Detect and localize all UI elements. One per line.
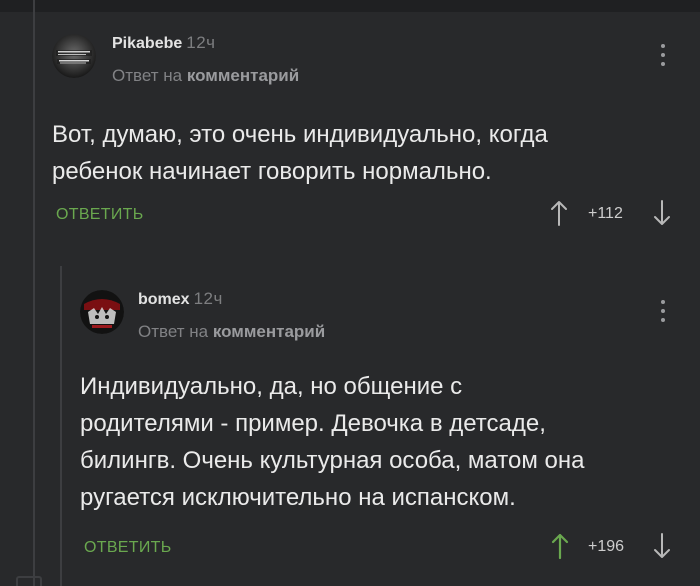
comment-header: bomex 12ч Ответ на комментарий: [80, 282, 692, 352]
comment-text: Индивидуально, да, но общение с родителя…: [80, 368, 692, 516]
avatar[interactable]: [80, 290, 124, 334]
comment-header: Pikabebe 12ч Ответ на комментарий: [52, 26, 692, 96]
comment-text-line: Вот, думаю, это очень индивидуально, ког…: [52, 121, 548, 148]
rating-count: +196: [588, 538, 625, 555]
rating-count: +112: [588, 205, 623, 222]
comment-author[interactable]: bomex 12ч: [138, 289, 223, 309]
comment-actions: ОТВЕТИТЬ +196: [80, 532, 692, 572]
thread-line-level-1[interactable]: [33, 0, 35, 586]
arrow-down-icon[interactable]: [653, 199, 671, 227]
thread-collapse-marker[interactable]: [16, 576, 42, 586]
reply-button[interactable]: ОТВЕТИТЬ: [84, 539, 172, 557]
comment-time: 12ч: [193, 289, 223, 308]
comment-text: Вот, думаю, это очень индивидуально, ког…: [52, 116, 692, 190]
arrow-down-icon[interactable]: [653, 532, 671, 560]
avatar[interactable]: [52, 34, 96, 78]
comment-time: 12ч: [186, 33, 216, 52]
arrow-up-icon[interactable]: [551, 532, 569, 560]
comment-text-line: ребенок начинает говорить нормально.: [52, 158, 492, 185]
reply-prefix: Ответ на: [138, 322, 209, 341]
comment-text-line: Индивидуально, да, но общение с: [80, 373, 463, 400]
comment: Pikabebe 12ч Ответ на комментарий Вот, ду…: [52, 26, 692, 239]
comment-text-line: ругается исключительно на испанском.: [80, 484, 516, 511]
reply-target[interactable]: комментарий: [213, 322, 325, 341]
more-vertical-icon[interactable]: [660, 300, 666, 326]
reply-button[interactable]: ОТВЕТИТЬ: [56, 206, 144, 224]
comment-actions: ОТВЕТИТЬ +112: [52, 199, 692, 239]
comment-text-line: родителями - пример. Девочка в детсаде,: [80, 410, 546, 437]
reply-prefix: Ответ на: [112, 66, 183, 85]
comment-text-line: билингв. Очень культурная особа, матом о…: [80, 447, 585, 474]
thread-line-level-2[interactable]: [60, 266, 62, 586]
reply-target[interactable]: комментарий: [187, 66, 299, 85]
comment-author[interactable]: Pikabebe 12ч: [112, 33, 216, 53]
reply-to-link[interactable]: Ответ на комментарий: [138, 322, 325, 342]
top-bar-edge: [0, 0, 700, 12]
reply-to-link[interactable]: Ответ на комментарий: [112, 66, 299, 86]
more-vertical-icon[interactable]: [660, 44, 666, 70]
comment: bomex 12ч Ответ на комментарий Индивидуал…: [80, 282, 692, 572]
arrow-up-icon[interactable]: [550, 199, 568, 227]
